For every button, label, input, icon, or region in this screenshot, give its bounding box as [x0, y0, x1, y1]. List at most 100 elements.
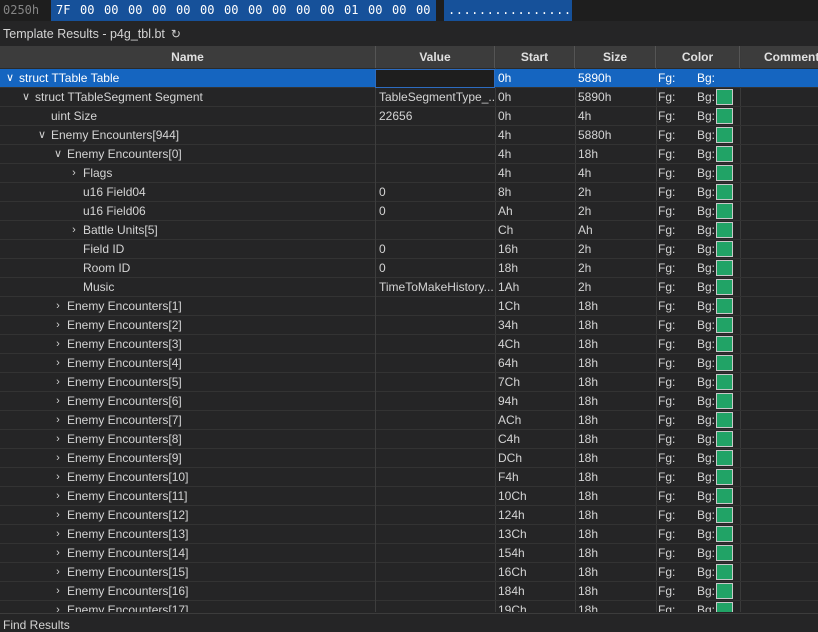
chevron-right-icon[interactable]: › — [51, 525, 65, 544]
row-value[interactable]: TimeToMakeHistory... — [375, 278, 495, 297]
chevron-right-icon[interactable]: › — [51, 563, 65, 582]
row-fg-label[interactable]: Fg: — [658, 202, 682, 221]
row-fg-label[interactable]: Fg: — [658, 525, 682, 544]
bg-color-swatch[interactable] — [716, 260, 733, 276]
chevron-right-icon[interactable]: › — [51, 582, 65, 601]
row-bg-label[interactable]: Bg: — [697, 88, 717, 107]
row-fg-label[interactable]: Fg: — [658, 506, 682, 525]
tree-row[interactable]: u16 Field04 0 8h 2h Fg: Bg: — [0, 183, 818, 202]
row-fg-label[interactable]: Fg: — [658, 164, 682, 183]
tree-row[interactable]: › Enemy Encounters[10] F4h 18h Fg: Bg: — [0, 468, 818, 487]
row-bg-label[interactable]: Bg: — [697, 316, 717, 335]
bg-color-swatch[interactable] — [716, 127, 733, 143]
row-fg-label[interactable]: Fg: — [658, 126, 682, 145]
bg-color-swatch[interactable] — [716, 165, 733, 181]
hex-bytes[interactable]: 7F 00 00 00 00 00 00 00 00 00 00 00 01 0… — [51, 0, 436, 21]
column-header-value[interactable]: Value — [376, 46, 495, 68]
bg-color-swatch[interactable] — [716, 279, 733, 295]
bg-color-swatch[interactable] — [716, 203, 733, 219]
tree-row[interactable]: uint Size 22656 0h 4h Fg: Bg: — [0, 107, 818, 126]
row-bg-label[interactable]: Bg: — [697, 373, 717, 392]
row-bg-label[interactable]: Bg: — [697, 278, 717, 297]
hex-byte[interactable]: 00 — [104, 0, 118, 21]
row-value[interactable] — [375, 221, 495, 240]
hex-byte[interactable]: 01 — [344, 0, 358, 21]
bg-color-swatch[interactable] — [716, 184, 733, 200]
row-value[interactable]: 22656 — [375, 107, 495, 126]
row-bg-label[interactable]: Bg: — [697, 240, 717, 259]
tree-row[interactable]: › Enemy Encounters[6] 94h 18h Fg: Bg: — [0, 392, 818, 411]
row-value[interactable] — [375, 69, 495, 88]
tree-row[interactable]: › Enemy Encounters[7] ACh 18h Fg: Bg: — [0, 411, 818, 430]
column-header-comment[interactable]: Comment — [740, 46, 818, 68]
row-value[interactable]: 0 — [375, 183, 495, 202]
column-header-size[interactable]: Size — [575, 46, 656, 68]
tree-row[interactable]: › Battle Units[5] Ch Ah Fg: Bg: — [0, 221, 818, 240]
row-bg-label[interactable]: Bg: — [697, 449, 717, 468]
tree-row[interactable]: › Flags 4h 4h Fg: Bg: — [0, 164, 818, 183]
column-header-name[interactable]: Name — [0, 46, 376, 68]
tree-row[interactable]: ∨ struct TTableSegment Segment TableSegmen… — [0, 88, 818, 107]
row-bg-label[interactable]: Bg: — [697, 107, 717, 126]
hex-ascii[interactable]: ................ — [444, 0, 572, 21]
tree-row[interactable]: › Enemy Encounters[2] 34h 18h Fg: Bg: — [0, 316, 818, 335]
bg-color-swatch[interactable] — [716, 450, 733, 466]
hex-byte[interactable]: 00 — [272, 0, 286, 21]
row-fg-label[interactable]: Fg: — [658, 411, 682, 430]
row-fg-label[interactable]: Fg: — [658, 354, 682, 373]
row-value[interactable] — [375, 525, 495, 544]
bg-color-swatch[interactable] — [716, 412, 733, 428]
row-bg-label[interactable]: Bg: — [697, 430, 717, 449]
bg-color-swatch[interactable] — [716, 89, 733, 105]
row-fg-label[interactable]: Fg: — [658, 468, 682, 487]
tree-row[interactable]: › Enemy Encounters[17] 19Ch 18h Fg: Bg: — [0, 601, 818, 612]
tree-row[interactable]: › Enemy Encounters[11] 10Ch 18h Fg: Bg: — [0, 487, 818, 506]
row-bg-label[interactable]: Bg: — [697, 354, 717, 373]
hex-byte[interactable]: 00 — [128, 0, 142, 21]
row-fg-label[interactable]: Fg: — [658, 544, 682, 563]
row-fg-label[interactable]: Fg: — [658, 430, 682, 449]
hex-byte[interactable]: 00 — [224, 0, 238, 21]
chevron-right-icon[interactable]: › — [51, 335, 65, 354]
row-bg-label[interactable]: Bg: — [697, 126, 717, 145]
row-bg-label[interactable]: Bg: — [697, 259, 717, 278]
row-fg-label[interactable]: Fg: — [658, 259, 682, 278]
tree-row[interactable]: ∨ Enemy Encounters[944] 4h 5880h Fg: Bg: — [0, 126, 818, 145]
hex-byte[interactable]: 00 — [368, 0, 382, 21]
row-bg-label[interactable]: Bg: — [697, 297, 717, 316]
row-fg-label[interactable]: Fg: — [658, 69, 682, 88]
bg-color-swatch[interactable] — [716, 146, 733, 162]
tree-row[interactable]: › Enemy Encounters[12] 124h 18h Fg: Bg: — [0, 506, 818, 525]
chevron-right-icon[interactable]: › — [51, 506, 65, 525]
hex-byte[interactable]: 00 — [80, 0, 94, 21]
chevron-right-icon[interactable]: › — [51, 411, 65, 430]
tree-row[interactable]: ∨ Enemy Encounters[0] 4h 18h Fg: Bg: — [0, 145, 818, 164]
bg-color-swatch[interactable] — [716, 526, 733, 542]
bg-color-swatch[interactable] — [716, 469, 733, 485]
chevron-right-icon[interactable]: › — [51, 449, 65, 468]
bg-color-swatch[interactable] — [716, 583, 733, 599]
bg-color-swatch[interactable] — [716, 108, 733, 124]
row-bg-label[interactable]: Bg: — [697, 544, 717, 563]
row-bg-label[interactable]: Bg: — [697, 221, 717, 240]
bg-color-swatch[interactable] — [716, 602, 733, 612]
chevron-right-icon[interactable]: › — [51, 373, 65, 392]
bg-color-swatch[interactable] — [716, 431, 733, 447]
bg-color-swatch[interactable] — [716, 241, 733, 257]
row-fg-label[interactable]: Fg: — [658, 335, 682, 354]
tree-row[interactable]: Music TimeToMakeHistory... 1Ah 2h Fg: Bg: — [0, 278, 818, 297]
row-value[interactable] — [375, 563, 495, 582]
hex-byte[interactable]: 00 — [248, 0, 262, 21]
chevron-down-icon[interactable]: ∨ — [51, 145, 65, 164]
column-header-start[interactable]: Start — [495, 46, 575, 68]
row-value[interactable] — [375, 544, 495, 563]
row-bg-label[interactable]: Bg: — [697, 183, 717, 202]
bg-color-swatch[interactable] — [716, 564, 733, 580]
tree-row[interactable]: › Enemy Encounters[1] 1Ch 18h Fg: Bg: — [0, 297, 818, 316]
row-value[interactable]: 0 — [375, 202, 495, 221]
chevron-right-icon[interactable]: › — [51, 392, 65, 411]
row-bg-label[interactable]: Bg: — [697, 202, 717, 221]
row-value[interactable]: 0 — [375, 259, 495, 278]
row-fg-label[interactable]: Fg: — [658, 563, 682, 582]
row-value[interactable] — [375, 449, 495, 468]
